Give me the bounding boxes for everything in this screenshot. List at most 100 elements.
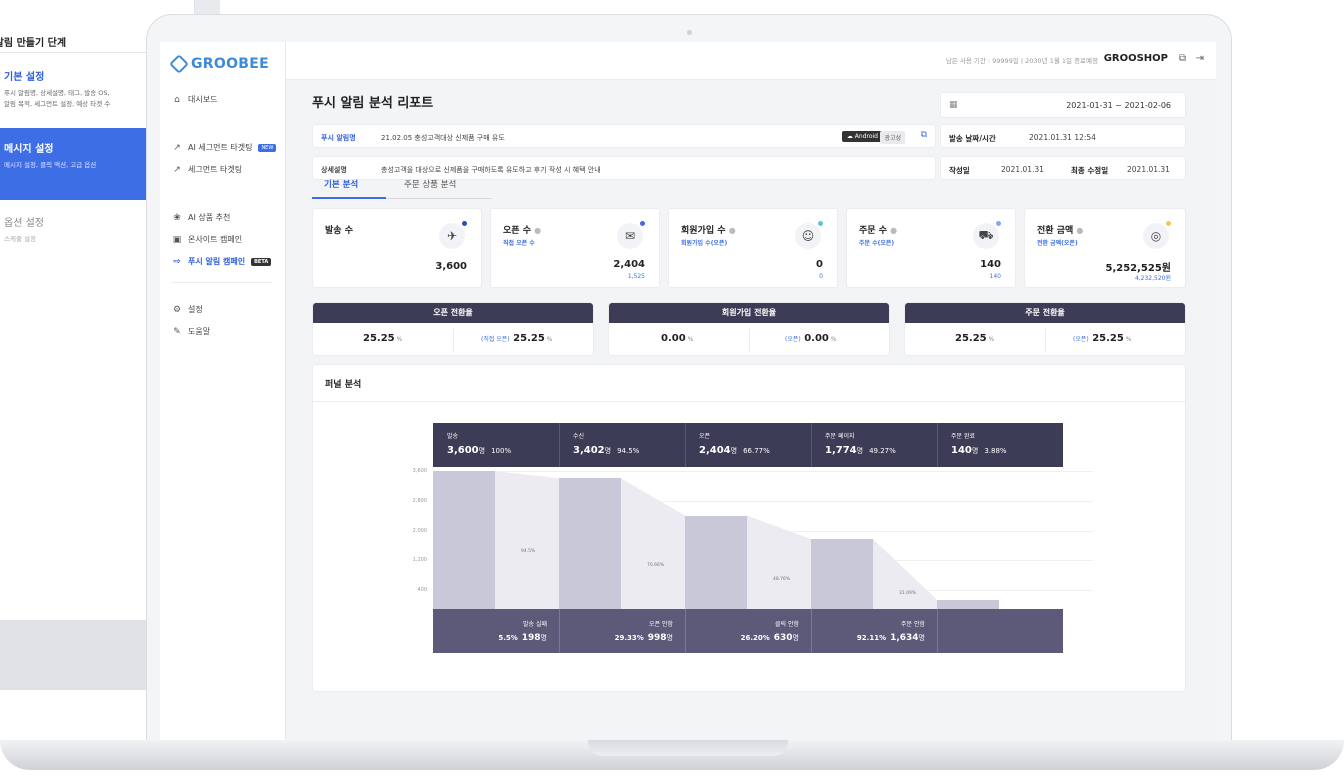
- sidebar-item-ai-segment[interactable]: ↗ AI 세그먼트 타겟팅 NEW: [172, 142, 277, 153]
- sidebar-item-push[interactable]: ⇨ 푸시 알림 캠페인 BETA: [172, 256, 272, 267]
- money-icon: ◎: [1143, 223, 1169, 249]
- funnel-transition-area: [621, 478, 685, 609]
- indicator-dot: [462, 221, 467, 226]
- detail-value: 충성고객을 대상으로 신제품을 구매하도록 유도하고 후기 작성 시 혜택 안내: [381, 166, 601, 174]
- subscription-period: 남은 사용 기간 : 99999일 | 2030년 1월 1일 종료예정: [945, 57, 1098, 65]
- funnel-card: 퍼널 분석 3,600 2,800 2,000 1,200 400 94.5% 70.66%…: [312, 364, 1186, 692]
- funnel-stage-header: 발송 3,600명 100%: [433, 423, 559, 467]
- funnel-bar: [433, 471, 495, 609]
- shop-name[interactable]: GROOSHOP: [1104, 53, 1168, 64]
- help-icon: ✎: [173, 326, 181, 337]
- logout-icon[interactable]: ⇥: [1196, 53, 1204, 64]
- divider: [172, 282, 272, 283]
- funnel-bar: [559, 478, 621, 609]
- external-link-icon[interactable]: ⧉: [921, 130, 927, 140]
- recommend-icon: ❀: [173, 212, 181, 223]
- sidebar-item-onsite[interactable]: ▣ 온사이트 캠페인: [172, 234, 242, 245]
- dropoff-value: 26.20% 630명: [740, 633, 799, 643]
- funnel-transition-area: [873, 538, 937, 609]
- tab-order-analysis[interactable]: 주문 상품 분석: [404, 178, 456, 190]
- metric-sub-value: 4,232,520원: [1134, 275, 1171, 282]
- sidebar-item-label: 세그먼트 타겟팅: [188, 165, 243, 174]
- funnel-dropoff: 클릭 안함 26.20% 630명: [685, 609, 811, 653]
- funnel-stage-header: 주문 페이지 1,774명 49.27%: [811, 423, 937, 467]
- modified-value: 2021.01.31: [1127, 165, 1170, 174]
- transition-label: 31.09%: [899, 591, 917, 596]
- divider: [559, 609, 560, 653]
- stage-label: 주문 페이지: [825, 433, 855, 440]
- sidebar-item-help[interactable]: ✎ 도움말: [172, 326, 210, 337]
- metric-card-sent: 발송 수 ✈ 3,600: [312, 208, 482, 288]
- dropoff-value: 29.33% 998명: [614, 633, 673, 643]
- step-panel-title: 시 알림 만들기 단계: [0, 38, 67, 49]
- sidebar-item-dashboard[interactable]: ⌂ 대시보드: [172, 94, 217, 105]
- stage-label: 주문 완료: [951, 433, 975, 440]
- info-icon: ●: [728, 226, 736, 235]
- stage-count: 140명 3.88%: [951, 445, 1007, 456]
- metric-sub-value: 1,525: [627, 273, 645, 280]
- indicator-dot: [640, 221, 645, 226]
- beta-badge: BETA: [251, 257, 272, 266]
- transition-label: 48.76%: [773, 577, 791, 582]
- divider: [811, 423, 812, 467]
- funnel-bar: [685, 515, 747, 609]
- tab-active-indicator: [312, 197, 386, 199]
- metric-sub-value: 140: [989, 273, 1001, 280]
- push-icon: ⇨: [173, 256, 181, 267]
- stage-label: 발송: [447, 433, 459, 440]
- external-link-icon[interactable]: ⧉: [1179, 53, 1186, 64]
- dates-row: 작성일 2021.01.31 최종 수정일 2021.01.31: [940, 156, 1186, 180]
- funnel-bar: [811, 538, 873, 609]
- send-time-label: 발송 날짜/시간: [949, 134, 996, 143]
- logo[interactable]: GROOBEE: [169, 54, 269, 74]
- sidebar-item-segment[interactable]: ↗ 세그먼트 타겟팅: [172, 164, 242, 175]
- cart-icon: ⛟: [973, 223, 999, 249]
- calendar-icon: ▦: [949, 100, 958, 110]
- date-range-picker[interactable]: ▦ 2021-01-31 ~ 2021-02-06: [940, 92, 1186, 118]
- funnel-bar: [937, 599, 999, 609]
- logo-text: GROOBEE: [191, 56, 269, 72]
- funnel-dropoff: 주문 안함 92.11% 1,634명: [811, 609, 937, 653]
- metric-title: 전환 금액 ●: [1037, 226, 1084, 236]
- sidebar-item-settings[interactable]: ⚙ 설정: [172, 304, 203, 315]
- funnel-dropoff: 오픈 안함 29.33% 998명: [559, 609, 685, 653]
- dropoff-label: 오픈 안함: [649, 621, 673, 628]
- report-tabs: 기본 분석 주문 상품 분석: [312, 178, 492, 200]
- laptop-notch: [588, 740, 788, 756]
- ad-tag: 광고성: [880, 131, 905, 144]
- dropoff-value: 92.11% 1,634명: [856, 633, 925, 643]
- metric-value: 140: [980, 259, 1001, 270]
- gear-icon: ⚙: [172, 304, 182, 315]
- indicator-dot: [996, 221, 1001, 226]
- funnel-stage-header: 주문 완료 140명 3.88%: [937, 423, 1063, 467]
- sidebar-item-label: 대시보드: [188, 95, 218, 104]
- conversion-open: 오픈 전환율 25.25 % (직접 오픈) 25.25 %: [312, 302, 594, 356]
- sidebar-item-ai-recommend[interactable]: ❀ AI 상품 추천: [172, 212, 230, 223]
- push-name-label: 푸시 알림명: [321, 134, 356, 142]
- push-name-value: 21.02.05 충성고객대상 신제품 구매 유도: [381, 134, 505, 142]
- metric-title: 회원가입 수 ●: [681, 226, 736, 236]
- metric-title: 주문 수 ●: [859, 226, 898, 236]
- laptop-screen: GROOBEE ⌂ 대시보드 ↗ AI 세그먼트 타겟팅 NEW ↗ 세그먼트 …: [160, 42, 1216, 742]
- topbar: 남은 사용 기간 : 99999일 | 2030년 1월 1일 종료예정 GRO…: [286, 42, 1216, 80]
- metric-card-revenue: 전환 금액 ● 전환 금액(오픈) ◎ 5,252,525원 4,232,520…: [1024, 208, 1186, 288]
- divider: [559, 423, 560, 467]
- sidebar: GROOBEE ⌂ 대시보드 ↗ AI 세그먼트 타겟팅 NEW ↗ 세그먼트 …: [160, 42, 286, 742]
- divider: [811, 609, 812, 653]
- stage-label: 수신: [573, 433, 585, 440]
- conversion-sub-value: (오픈) 25.25 %: [1073, 333, 1132, 344]
- tab-basic-analysis[interactable]: 기본 분석: [324, 178, 358, 190]
- onsite-icon: ▣: [172, 234, 182, 245]
- sidebar-item-label: 도움말: [188, 327, 211, 336]
- stage: 시 알림 만들기 단계 ✓ 기본 설정 푸시 알림명, 상세설명, 태그, 발송…: [0, 0, 1344, 780]
- funnel-stage-header: 오픈 2,404명 66.77%: [685, 423, 811, 467]
- indicator-dot: [1166, 221, 1171, 226]
- logo-icon: [169, 54, 189, 74]
- metric-subtitle: 전환 금액(오픈): [1037, 240, 1078, 247]
- sidebar-item-label: 푸시 알림 캠페인: [188, 257, 246, 266]
- conversion-sub-value: (오픈) 0.00 %: [785, 333, 837, 344]
- camera-icon: [687, 30, 692, 35]
- segment-ai-icon: ↗: [173, 142, 181, 153]
- metric-card-signup: 회원가입 수 ● 회원가입 수(오픈) ☺ 0 0: [668, 208, 838, 288]
- send-time-row: 발송 날짜/시간 2021.01.31 12:54: [940, 124, 1186, 148]
